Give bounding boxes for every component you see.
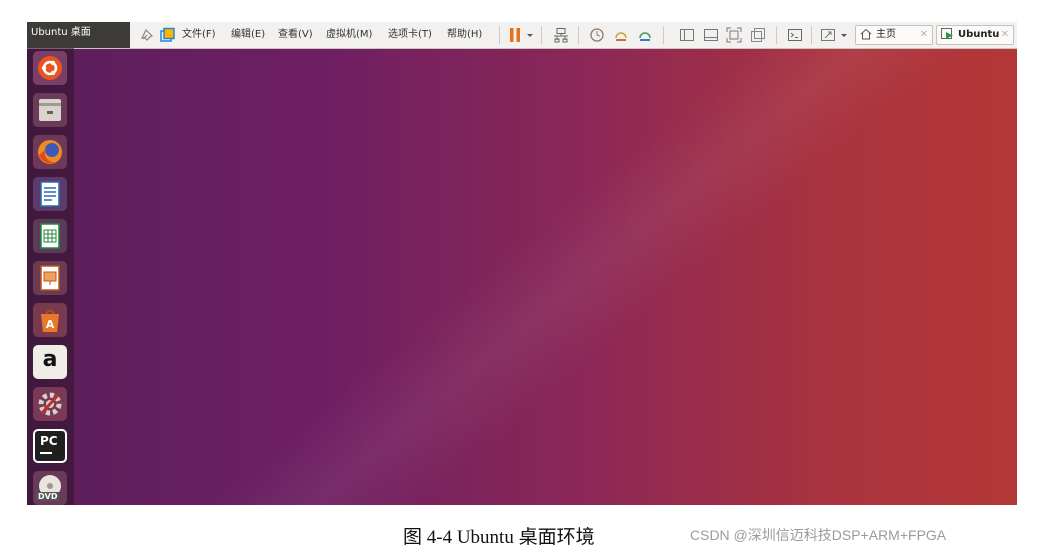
tab-ubuntu[interactable]: Ubuntu ✕	[936, 25, 1014, 45]
stretch-dropdown-icon[interactable]	[839, 27, 849, 43]
vm-icon	[941, 28, 954, 48]
toolbar-separator	[578, 26, 579, 44]
ubuntu-dash-icon[interactable]	[33, 51, 67, 85]
dropdown-arrow-icon[interactable]	[525, 27, 535, 43]
stretch-icon[interactable]	[820, 27, 836, 43]
toolbar-separator	[811, 26, 812, 44]
menu-tabs[interactable]: 选项卡(T)	[388, 26, 432, 44]
ubuntu-desktop	[27, 22, 1017, 505]
tab-label: Ubuntu	[958, 29, 1000, 40]
terminal-icon[interactable]	[787, 27, 803, 43]
software-center-icon[interactable]: A	[33, 303, 67, 337]
snapshot-icon[interactable]	[589, 27, 605, 43]
revert-snapshot-icon[interactable]	[613, 27, 629, 43]
firefox-icon[interactable]	[33, 135, 67, 169]
toolbar-separator	[541, 26, 542, 44]
fullscreen-icon[interactable]	[726, 27, 742, 43]
menu-view[interactable]: 查看(V)	[278, 26, 313, 44]
pycharm-underline	[40, 452, 52, 454]
dvd-glyph: DVD	[36, 492, 60, 501]
window-title: Ubuntu 桌面	[27, 22, 130, 48]
figure-caption: 图 4-4 Ubuntu 桌面环境	[403, 527, 595, 548]
tab-label: 主页	[876, 29, 896, 40]
svg-text:A: A	[46, 318, 55, 331]
dvd-icon[interactable]: DVD	[33, 471, 67, 505]
pin-icon[interactable]	[139, 27, 155, 43]
close-icon[interactable]: ✕	[1001, 26, 1009, 44]
amazon-glyph: a	[42, 347, 58, 372]
network-icon[interactable]	[553, 27, 569, 43]
view-console-icon[interactable]	[703, 27, 719, 43]
calc-icon[interactable]	[33, 219, 67, 253]
tab-home[interactable]: 主页 ✕	[855, 25, 933, 45]
close-icon[interactable]: ✕	[920, 26, 928, 44]
restore-icon[interactable]	[159, 27, 175, 43]
home-icon	[860, 28, 872, 47]
impress-icon[interactable]	[33, 261, 67, 295]
menu-edit[interactable]: 编辑(E)	[231, 26, 265, 44]
menu-vm[interactable]: 虚拟机(M)	[326, 26, 372, 44]
vm-window: Ubuntu 桌面 文件(F) 编辑(E) 查看(V) 虚拟机(M) 选项卡(T…	[27, 22, 1017, 505]
unity-launcher: A a PC DVD	[27, 48, 74, 505]
unity-icon[interactable]	[750, 27, 766, 43]
toolbar-separator	[663, 26, 664, 44]
view-sidebar-icon[interactable]	[679, 27, 695, 43]
toolbar-separator	[776, 26, 777, 44]
toolbar-separator	[499, 26, 500, 44]
writer-icon[interactable]	[33, 177, 67, 211]
vm-toolbar: Ubuntu 桌面 文件(F) 编辑(E) 查看(V) 虚拟机(M) 选项卡(T…	[27, 22, 1017, 49]
pycharm-glyph: PC	[40, 434, 58, 448]
files-icon[interactable]	[33, 93, 67, 127]
menu-file[interactable]: 文件(F)	[182, 26, 216, 44]
menu-help[interactable]: 帮助(H)	[447, 26, 482, 44]
pause-icon[interactable]	[507, 27, 523, 43]
amazon-icon[interactable]: a	[33, 345, 67, 379]
manage-snapshot-icon[interactable]	[637, 27, 653, 43]
watermark: CSDN @深圳信迈科技DSP+ARM+FPGA	[690, 527, 947, 543]
system-settings-icon[interactable]	[33, 387, 67, 421]
pycharm-icon[interactable]: PC	[33, 429, 67, 463]
